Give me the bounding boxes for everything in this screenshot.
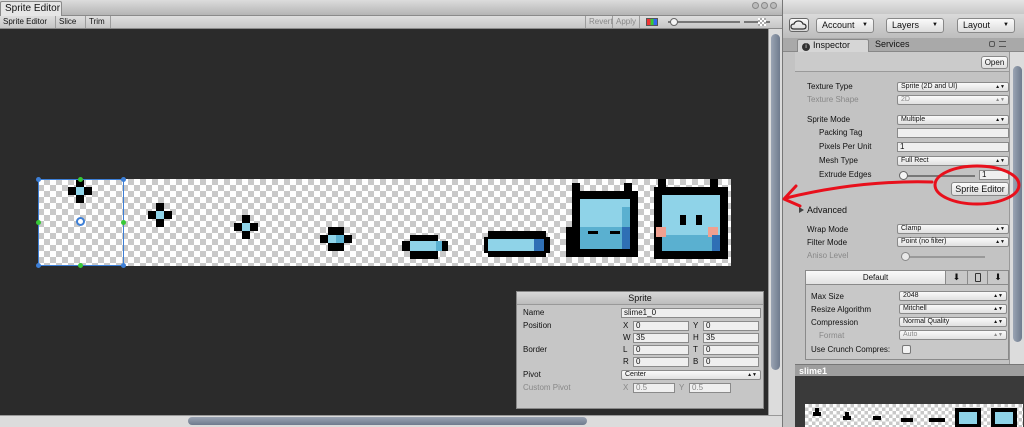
annotation-arrow-icon <box>784 180 934 200</box>
annotation-circle-icon <box>933 164 1021 206</box>
annotation-overlay <box>782 164 1021 208</box>
